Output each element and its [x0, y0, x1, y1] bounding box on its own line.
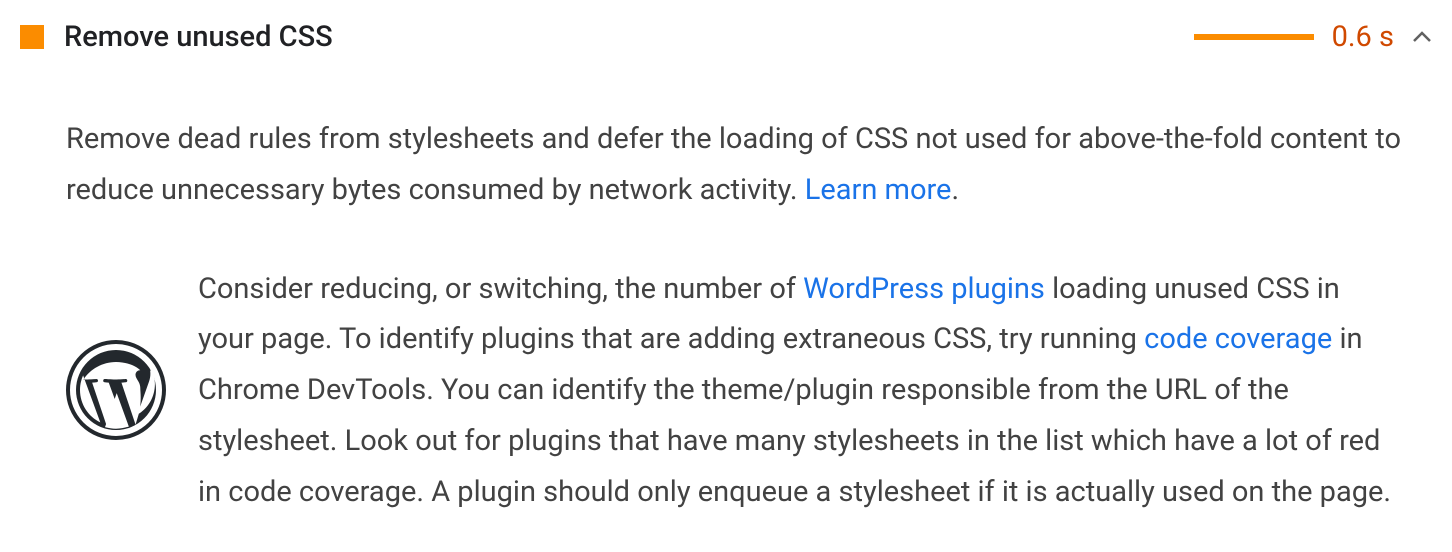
description-period: . — [951, 173, 959, 207]
audit-header[interactable]: Remove unused CSS 0.6 s — [20, 20, 1432, 54]
audit-header-right: 0.6 s — [1194, 20, 1432, 54]
audit-title: Remove unused CSS — [64, 20, 1174, 54]
stackpack-section: Consider reducing, or switching, the num… — [66, 264, 1402, 518]
stackpack-text-1: Consider reducing, or switching, the num… — [198, 272, 803, 306]
wordpress-icon — [66, 340, 166, 440]
chevron-up-icon[interactable] — [1412, 27, 1432, 47]
status-indicator-icon — [20, 25, 44, 49]
audit-description: Remove dead rules from stylesheets and d… — [66, 114, 1402, 216]
description-text: Remove dead rules from stylesheets and d… — [66, 122, 1401, 207]
savings-value: 0.6 s — [1332, 20, 1394, 54]
code-coverage-link[interactable]: code coverage — [1144, 322, 1332, 356]
stackpack-description: Consider reducing, or switching, the num… — [198, 264, 1402, 518]
learn-more-link[interactable]: Learn more — [805, 173, 952, 207]
savings-bar-icon — [1194, 34, 1314, 40]
wordpress-plugins-link[interactable]: WordPress plugins — [803, 272, 1045, 306]
